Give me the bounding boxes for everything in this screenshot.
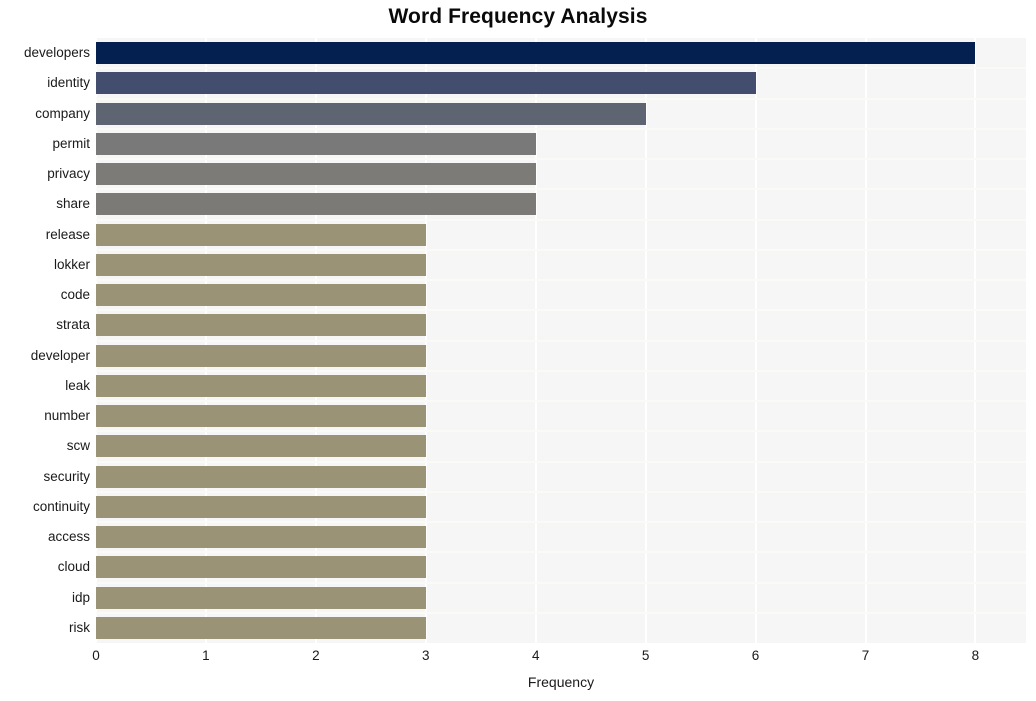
bar-cloud	[96, 556, 426, 579]
y-tick-label-leak: leak	[65, 377, 90, 393]
y-tick-label-access: access	[47, 529, 90, 545]
y-tick-label-developers: developers	[23, 45, 90, 61]
bar-risk	[96, 616, 426, 639]
bar-scw	[96, 435, 426, 458]
y-tick-label-risk: risk	[69, 619, 90, 635]
y-tick-label-scw: scw	[66, 438, 90, 454]
bar-leak	[96, 374, 426, 397]
bar-security	[96, 465, 426, 488]
bar-identity	[96, 72, 756, 95]
y-tick-label-release: release	[45, 226, 90, 242]
bars-container	[96, 38, 1026, 643]
bar-access	[96, 526, 426, 549]
y-tick-label-cloud: cloud	[57, 559, 90, 575]
bar-number	[96, 405, 426, 428]
bar-continuity	[96, 495, 426, 518]
bar-developers	[96, 42, 976, 65]
x-tick-label-7: 7	[861, 648, 870, 663]
x-tick-label-3: 3	[422, 648, 430, 663]
x-axis-tick-labels: 0 1 2 3 4 5 6 7 8	[92, 648, 1026, 672]
x-tick-label-1: 1	[202, 648, 210, 663]
x-tick-label-2: 2	[312, 648, 320, 663]
word-frequency-bar-chart: Word Frequency Analysis developers identi…	[0, 0, 1036, 701]
x-tick-label-6: 6	[751, 648, 760, 663]
bar-permit	[96, 132, 536, 155]
x-tick-label-8: 8	[971, 648, 980, 663]
y-tick-label-lokker: lokker	[53, 256, 90, 272]
chart-title: Word Frequency Analysis	[388, 5, 648, 28]
bar-share	[96, 193, 536, 216]
x-tick-label-4: 4	[531, 648, 540, 663]
bar-code	[96, 284, 426, 307]
y-tick-label-idp: idp	[71, 589, 90, 605]
x-tick-label-0: 0	[92, 648, 100, 663]
y-tick-label-developer: developer	[30, 347, 90, 363]
bar-release	[96, 223, 426, 246]
y-tick-label-share: share	[56, 196, 90, 212]
y-tick-label-code: code	[60, 287, 90, 303]
x-tick-label-5: 5	[641, 648, 650, 663]
y-tick-label-privacy: privacy	[47, 166, 90, 182]
y-tick-label-identity: identity	[47, 75, 90, 91]
plot-area	[95, 38, 1026, 643]
y-tick-label-company: company	[35, 105, 90, 121]
bar-developer	[96, 344, 426, 367]
y-tick-label-number: number	[44, 408, 90, 424]
bar-lokker	[96, 253, 426, 276]
bar-strata	[96, 314, 426, 337]
y-tick-label-security: security	[43, 468, 90, 484]
y-tick-label-permit: permit	[52, 135, 90, 151]
y-axis-tick-labels: developers identity company permit privacy sh…	[0, 38, 90, 643]
x-axis-title: Frequency	[527, 674, 595, 690]
bar-privacy	[96, 163, 536, 186]
y-tick-label-continuity: continuity	[32, 498, 90, 514]
bar-idp	[96, 586, 426, 609]
y-tick-label-strata: strata	[56, 317, 90, 333]
bar-company	[96, 102, 646, 125]
